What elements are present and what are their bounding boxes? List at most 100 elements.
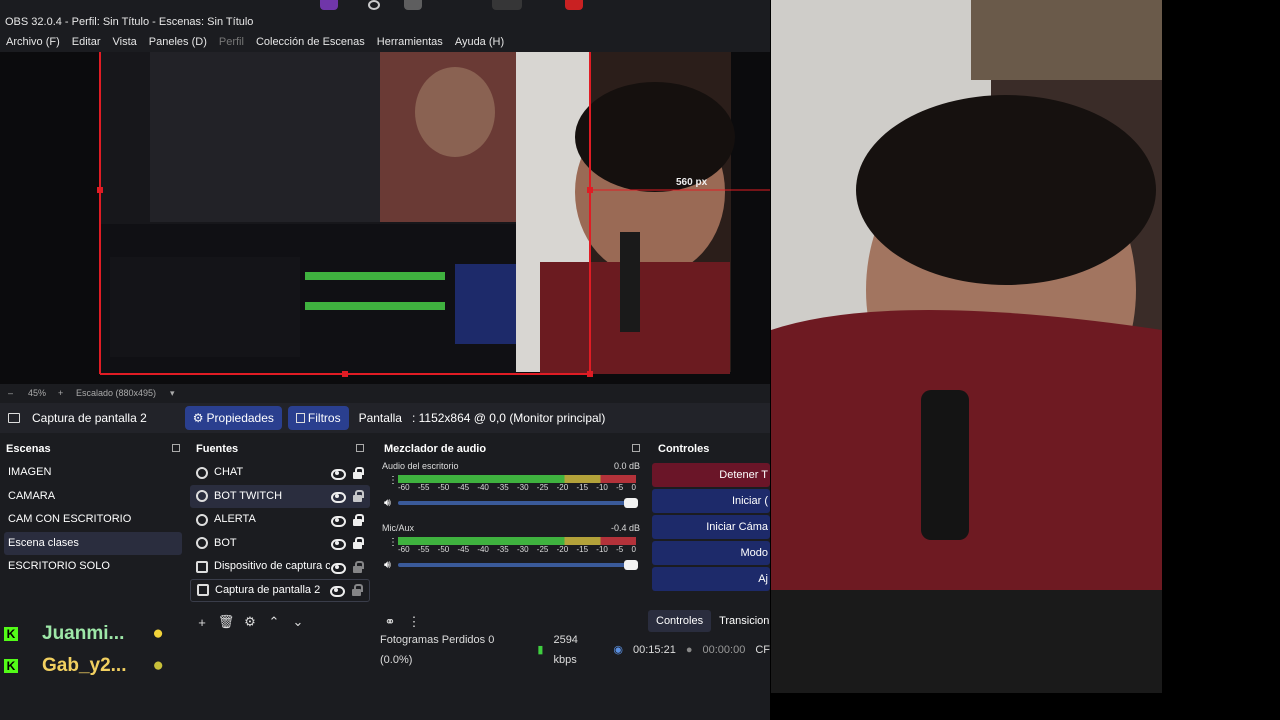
lock-icon[interactable] — [350, 466, 364, 480]
window-title: OBS 32.0.4 - Perfil: Sin Título - Escena… — [5, 16, 254, 28]
stop-stream-button[interactable]: Detener T — [652, 463, 770, 487]
lock-icon[interactable] — [350, 536, 364, 550]
slider-knob[interactable] — [624, 498, 638, 508]
slider-knob[interactable] — [624, 560, 638, 570]
tab-controles[interactable]: Controles — [648, 610, 712, 632]
eye-icon[interactable] — [330, 466, 346, 480]
unlock-icon[interactable] — [350, 489, 364, 503]
scene-item[interactable]: ESCRITORIO SOLO — [0, 555, 186, 579]
scene-item-selected[interactable]: Escena clases — [4, 531, 182, 555]
undock-icon[interactable] — [172, 444, 180, 452]
settings-button[interactable]: Aj — [652, 567, 770, 591]
chevron-down-icon[interactable]: ⌄ — [286, 614, 310, 630]
chevron-down-icon[interactable]: ▾ — [170, 384, 175, 402]
source-item[interactable]: BOT — [190, 532, 370, 556]
speaker-icon[interactable]: 🔊︎ — [384, 559, 391, 572]
lock-icon[interactable] — [350, 513, 364, 527]
unlock-icon[interactable] — [350, 560, 364, 574]
sources-title: Fuentes — [196, 443, 239, 455]
chat-username: Gab_y2... — [42, 655, 127, 676]
meter-ticks: -60 -55 -50 -45 -40 -35 -30 -25 -20 -15 -10 -5 0 — [398, 545, 636, 554]
signal-icon: ▮ — [537, 644, 544, 656]
chat-message: K Gab_y2... ● — [4, 650, 224, 682]
speaker-icon[interactable]: 🔊︎ — [384, 497, 391, 510]
tick-label: 0 — [631, 483, 636, 492]
status-bar: Fotogramas Perdidos 0 (0.0%) ▮ 2594 kbps… — [380, 634, 770, 666]
tab-transiciones[interactable]: Transicion — [711, 610, 777, 632]
sources-header: Fuentes — [190, 437, 370, 461]
screen-select[interactable]: : 1152x864 @ 0,0 (Monitor principal) — [412, 411, 605, 425]
eye-icon[interactable] — [330, 513, 346, 527]
eye-icon[interactable] — [330, 560, 346, 574]
studio-mode-button[interactable]: Modo — [652, 541, 770, 565]
menu-archivo[interactable]: Archivo (F) — [0, 32, 66, 52]
undock-icon[interactable] — [356, 444, 364, 452]
obs-taskbar-icon[interactable] — [492, 0, 522, 10]
filter-icon — [295, 413, 305, 423]
kebab-menu-icon[interactable]: ⋮ — [388, 475, 398, 486]
undock-icon[interactable] — [632, 444, 640, 452]
source-item[interactable]: Dispositivo de captura c — [190, 555, 370, 579]
app-icon[interactable] — [565, 0, 583, 10]
start-virtual-cam-button[interactable]: Iniciar Cáma — [652, 515, 770, 539]
link-icon[interactable]: ⚭ — [378, 614, 402, 630]
zoom-bar: – 45% + Escalado (880x495) ▾ — [0, 384, 770, 402]
start-record-button[interactable]: Iniciar ( — [652, 489, 770, 513]
app-icon[interactable] — [404, 0, 422, 10]
kebab-menu-icon[interactable]: ⋮ — [388, 537, 398, 548]
tick-label: -40 — [477, 545, 489, 554]
scene-item[interactable]: IMAGEN — [0, 461, 186, 485]
tick-label: -50 — [437, 483, 450, 492]
tick-label: -30 — [516, 545, 529, 554]
mixer-header: Mezclador de audio — [378, 437, 646, 461]
unlock-icon[interactable] — [349, 583, 363, 597]
menu-paneles[interactable]: Paneles (D) — [143, 32, 213, 52]
record-time: 00:00:00 — [702, 644, 746, 656]
eye-icon[interactable] — [329, 583, 345, 598]
menu-coleccion-escenas[interactable]: Colección de Escenas — [250, 32, 371, 52]
scaling-mode[interactable]: Escalado (880x495) — [76, 384, 156, 402]
source-item[interactable]: CHAT — [190, 461, 370, 485]
kebab-menu-icon[interactable]: ⋮ — [402, 614, 426, 630]
volume-slider[interactable] — [398, 498, 638, 508]
zoom-in-button[interactable]: + — [58, 384, 63, 402]
app-icon[interactable] — [320, 0, 338, 10]
gear-icon[interactable]: ⚙ — [238, 614, 262, 630]
source-item[interactable]: ALERTA — [190, 508, 370, 532]
scene-item[interactable]: CAM CON ESCRITORIO — [0, 508, 186, 532]
tick-label: -40 — [477, 483, 489, 492]
screen-label: Pantalla — [358, 411, 402, 425]
volume-slider[interactable] — [398, 560, 638, 570]
kick-badge-icon: K — [4, 659, 18, 673]
source-label: ALERTA — [214, 513, 256, 525]
tick-label: -25 — [536, 545, 549, 554]
letterbox-right — [1162, 0, 1280, 720]
menu-perfil[interactable]: Perfil — [213, 32, 250, 52]
menu-ayuda[interactable]: Ayuda (H) — [449, 32, 510, 52]
menu-editar[interactable]: Editar — [66, 32, 107, 52]
preview-canvas[interactable]: 560 px — [0, 52, 770, 384]
filters-button[interactable]: Filtros — [287, 406, 349, 430]
eye-icon[interactable] — [330, 489, 346, 504]
tick-label: -45 — [457, 483, 470, 492]
globe-icon — [196, 537, 208, 550]
source-item[interactable]: Captura de pantalla 2 — [190, 578, 370, 602]
emote-icon: ● — [152, 655, 164, 676]
zoom-out-button[interactable]: – — [8, 384, 13, 402]
scene-item[interactable]: CAMARA — [0, 485, 186, 509]
chat-username: Juanmi... — [42, 623, 125, 644]
menu-herramientas[interactable]: Herramientas — [371, 32, 449, 52]
volume-meter — [398, 475, 636, 483]
tick-label: -60 — [398, 483, 410, 492]
menu-vista[interactable]: Vista — [107, 32, 143, 52]
menu-bar: Archivo (F) Editar Vista Paneles (D) Per… — [0, 32, 770, 52]
tick-label: -10 — [596, 545, 608, 554]
search-icon[interactable] — [368, 0, 380, 10]
eye-icon[interactable] — [330, 536, 346, 551]
source-item-selected[interactable]: BOT TWITCH — [190, 484, 370, 508]
tick-label: -60 — [398, 545, 410, 554]
chevron-up-icon[interactable]: ⌃ — [262, 614, 286, 630]
tick-label: -10 — [596, 483, 608, 492]
properties-button[interactable]: ⚙ Propiedades — [184, 406, 282, 430]
audio-mixer-dock: Mezclador de audio Audio del escritorio 0… — [378, 437, 646, 637]
